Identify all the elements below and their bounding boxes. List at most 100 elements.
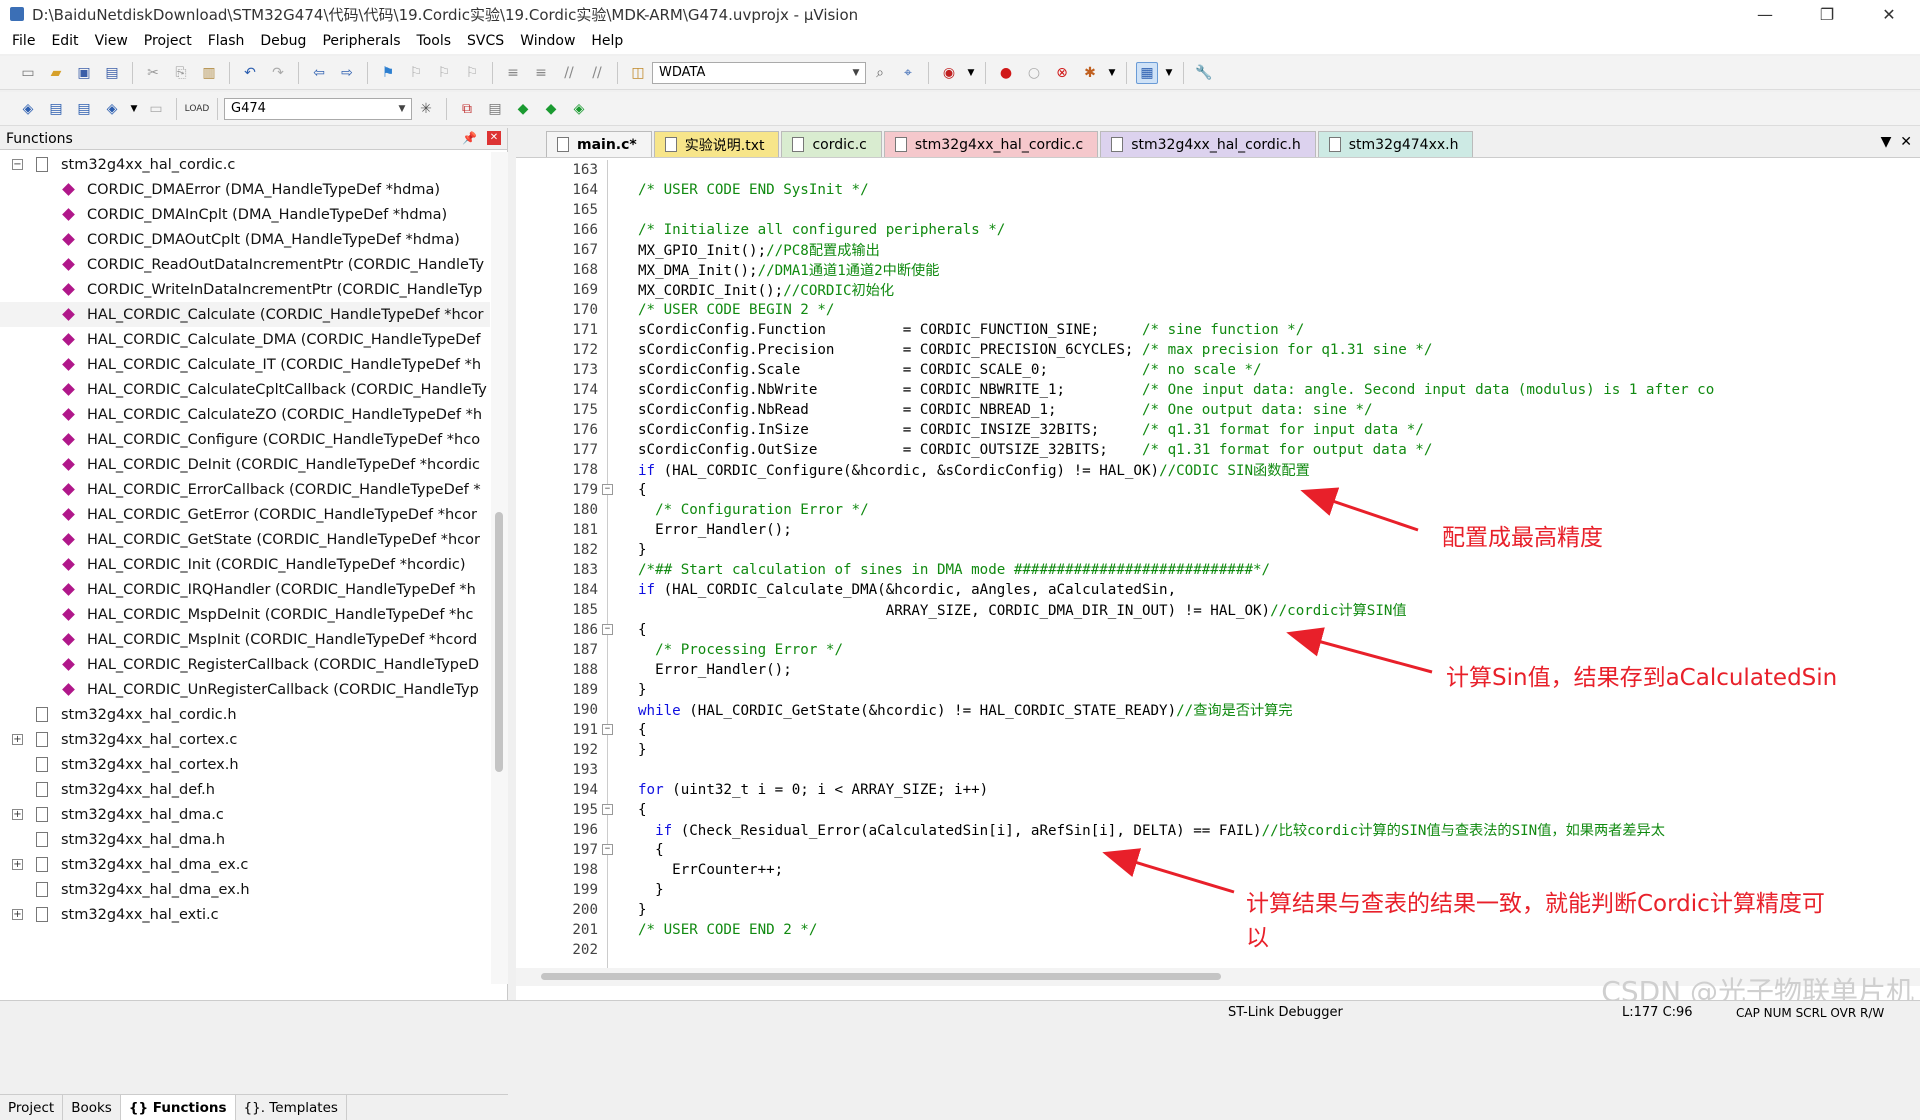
code-line[interactable]: 190 while (HAL_CORDIC_GetState(&hcordic) …	[516, 700, 1920, 720]
tree-function-item[interactable]: HAL_CORDIC_Calculate_IT (CORDIC_HandleTy…	[0, 352, 490, 377]
tree-function-item[interactable]: HAL_CORDIC_IRQHandler (CORDIC_HandleType…	[0, 577, 490, 602]
menu-project[interactable]: Project	[136, 33, 200, 49]
editor-tab[interactable]: stm32g4xx_hal_cordic.c	[883, 131, 1099, 157]
menu-debug[interactable]: Debug	[252, 33, 314, 49]
clear-bookmarks-icon[interactable]: ⚐	[461, 62, 483, 84]
panel-tab[interactable]: Project	[0, 1095, 64, 1120]
code-line[interactable]: 167 MX_GPIO_Init();//PC8配置成输出	[516, 240, 1920, 260]
tree-function-item[interactable]: CORDIC_WriteInDataIncrementPtr (CORDIC_H…	[0, 277, 490, 302]
select-packs-icon[interactable]: ◆	[540, 98, 562, 120]
tree-scrollbar[interactable]	[491, 152, 508, 984]
code-line[interactable]: 184 if (HAL_CORDIC_Calculate_DMA(&hcordic…	[516, 580, 1920, 600]
undo-icon[interactable]: ↶	[239, 62, 261, 84]
minimize-button[interactable]: —	[1734, 0, 1796, 28]
menu-flash[interactable]: Flash	[200, 33, 253, 49]
menu-view[interactable]: View	[87, 33, 136, 49]
code-line[interactable]: 165	[516, 200, 1920, 220]
code-line[interactable]: 174 sCordicConfig.NbWrite = CORDIC_NBWRIT…	[516, 380, 1920, 400]
chevron-down-icon[interactable]: ▼	[395, 101, 409, 117]
menu-file[interactable]: File	[4, 33, 43, 49]
code-line[interactable]: 173 sCordicConfig.Scale = CORDIC_SCALE_0;…	[516, 360, 1920, 380]
code-line[interactable]: 181 Error_Handler();	[516, 520, 1920, 540]
tree-file-item[interactable]: stm32g4xx_hal_def.h	[0, 777, 490, 802]
code-line[interactable]: 163	[516, 160, 1920, 180]
tree-file-item[interactable]: stm32g4xx_hal_cortex.h	[0, 752, 490, 777]
tree-function-item[interactable]: HAL_CORDIC_CalculateCpltCallback (CORDIC…	[0, 377, 490, 402]
chevron-down-icon[interactable]: ▼	[1164, 62, 1174, 84]
tree-file-item[interactable]: + stm32g4xx_hal_dma.c	[0, 802, 490, 827]
tree-function-item[interactable]: CORDIC_DMAOutCplt (DMA_HandleTypeDef *hd…	[0, 227, 490, 252]
tree-function-item[interactable]: HAL_CORDIC_GetError (CORDIC_HandleTypeDe…	[0, 502, 490, 527]
tree-function-item[interactable]: HAL_CORDIC_Configure (CORDIC_HandleTypeD…	[0, 427, 490, 452]
translate-icon[interactable]: ◈	[17, 98, 39, 120]
tree-file-item[interactable]: + stm32g4xx_hal_dma_ex.c	[0, 852, 490, 877]
code-line[interactable]: 194 for (uint32_t i = 0; i < ARRAY_SIZE; …	[516, 780, 1920, 800]
file-extensions-icon[interactable]: ▤	[484, 98, 506, 120]
breakpoint-icon[interactable]: ●	[995, 62, 1017, 84]
disable-all-breakpoints-icon[interactable]: ⊗	[1051, 62, 1073, 84]
run-time-environment-icon[interactable]: ◈	[568, 98, 590, 120]
copy-icon[interactable]: ⎘	[170, 62, 192, 84]
fold-toggle-icon[interactable]: −	[602, 624, 613, 635]
fold-toggle-icon[interactable]: −	[602, 724, 613, 735]
editor-tab[interactable]: main.c*	[546, 131, 652, 157]
code-line[interactable]: 187 /* Processing Error */	[516, 640, 1920, 660]
menu-help[interactable]: Help	[583, 33, 631, 49]
tree-file-item[interactable]: + stm32g4xx_hal_exti.c	[0, 902, 490, 927]
code-line[interactable]: 164 /* USER CODE END SysInit */	[516, 180, 1920, 200]
panel-tab[interactable]: {} Functions	[120, 1095, 236, 1120]
tree-function-item[interactable]: HAL_CORDIC_RegisterCallback (CORDIC_Hand…	[0, 652, 490, 677]
code-line[interactable]: 192}	[516, 740, 1920, 760]
save-icon[interactable]: ▣	[73, 62, 95, 84]
code-line[interactable]: 197− {	[516, 840, 1920, 860]
code-line[interactable]: 195− {	[516, 800, 1920, 820]
panel-tab[interactable]: {}. Templates	[236, 1095, 347, 1120]
tree-function-item[interactable]: HAL_CORDIC_MspDeInit (CORDIC_HandleTypeD…	[0, 602, 490, 627]
debug-session-icon[interactable]: ◉	[938, 62, 960, 84]
tree-file-item[interactable]: − stm32g4xx_hal_cordic.c	[0, 152, 490, 177]
editor-tab[interactable]: 实验说明.txt	[653, 131, 780, 157]
code-line[interactable]: 177 sCordicConfig.OutSize = CORDIC_OUTSIZ…	[516, 440, 1920, 460]
uncomment-icon[interactable]: //	[586, 62, 608, 84]
indent-icon[interactable]: ≡	[502, 62, 524, 84]
batch-build-icon[interactable]: ◈	[101, 98, 123, 120]
cut-icon[interactable]: ✂	[142, 62, 164, 84]
menu-svcs[interactable]: SVCS	[459, 33, 512, 49]
tree-file-item[interactable]: + stm32g4xx_hal_cortex.c	[0, 727, 490, 752]
code-line[interactable]: 198 ErrCounter++;	[516, 860, 1920, 880]
menu-tools[interactable]: Tools	[409, 33, 460, 49]
tree-function-item[interactable]: HAL_CORDIC_CalculateZO (CORDIC_HandleTyp…	[0, 402, 490, 427]
restore-button[interactable]: ❐	[1796, 0, 1858, 28]
pack-installer-icon[interactable]: ◆	[512, 98, 534, 120]
expand-icon[interactable]: +	[12, 809, 23, 820]
manage-components-icon[interactable]: ⧉	[456, 98, 478, 120]
code-line[interactable]: 179− {	[516, 480, 1920, 500]
target-options-icon[interactable]: ✳	[415, 98, 437, 120]
code-line[interactable]: 191− {	[516, 720, 1920, 740]
chevron-down-icon[interactable]: ▼	[849, 65, 863, 81]
code-line[interactable]: 172 sCordicConfig.Precision = CORDIC_PREC…	[516, 340, 1920, 360]
tree-function-item[interactable]: CORDIC_DMAError (DMA_HandleTypeDef *hdma…	[0, 177, 490, 202]
kill-breakpoints-icon[interactable]: ✱	[1079, 62, 1101, 84]
tree-file-item[interactable]: stm32g4xx_hal_dma_ex.h	[0, 877, 490, 902]
chevron-down-icon[interactable]: ▼	[966, 62, 976, 84]
disable-breakpoint-icon[interactable]: ○	[1023, 62, 1045, 84]
code-line[interactable]: 183 /*## Start calculation of sines in DM…	[516, 560, 1920, 580]
code-line[interactable]: 171 sCordicConfig.Function = CORDIC_FUNCT…	[516, 320, 1920, 340]
bookmark-icon[interactable]: ⚑	[377, 62, 399, 84]
collapse-icon[interactable]: −	[12, 159, 23, 170]
close-panel-icon[interactable]: ✕	[487, 131, 501, 145]
code-line[interactable]: 202	[516, 940, 1920, 960]
tab-menu-icon[interactable]: ▼ ✕	[1881, 134, 1912, 150]
code-line[interactable]: 178 if (HAL_CORDIC_Configure(&hcordic, &s…	[516, 460, 1920, 480]
new-file-icon[interactable]: ▭	[17, 62, 39, 84]
code-line[interactable]: 169 MX_CORDIC_Init();//CORDIC初始化	[516, 280, 1920, 300]
menu-window[interactable]: Window	[512, 33, 583, 49]
save-all-icon[interactable]: ▤	[101, 62, 123, 84]
fold-toggle-icon[interactable]: −	[602, 484, 613, 495]
tree-function-item[interactable]: HAL_CORDIC_DeInit (CORDIC_HandleTypeDef …	[0, 452, 490, 477]
menu-edit[interactable]: Edit	[43, 33, 86, 49]
navigate-back-icon[interactable]: ⇦	[308, 62, 330, 84]
close-button[interactable]: ✕	[1858, 0, 1920, 28]
expand-icon[interactable]: +	[12, 734, 23, 745]
